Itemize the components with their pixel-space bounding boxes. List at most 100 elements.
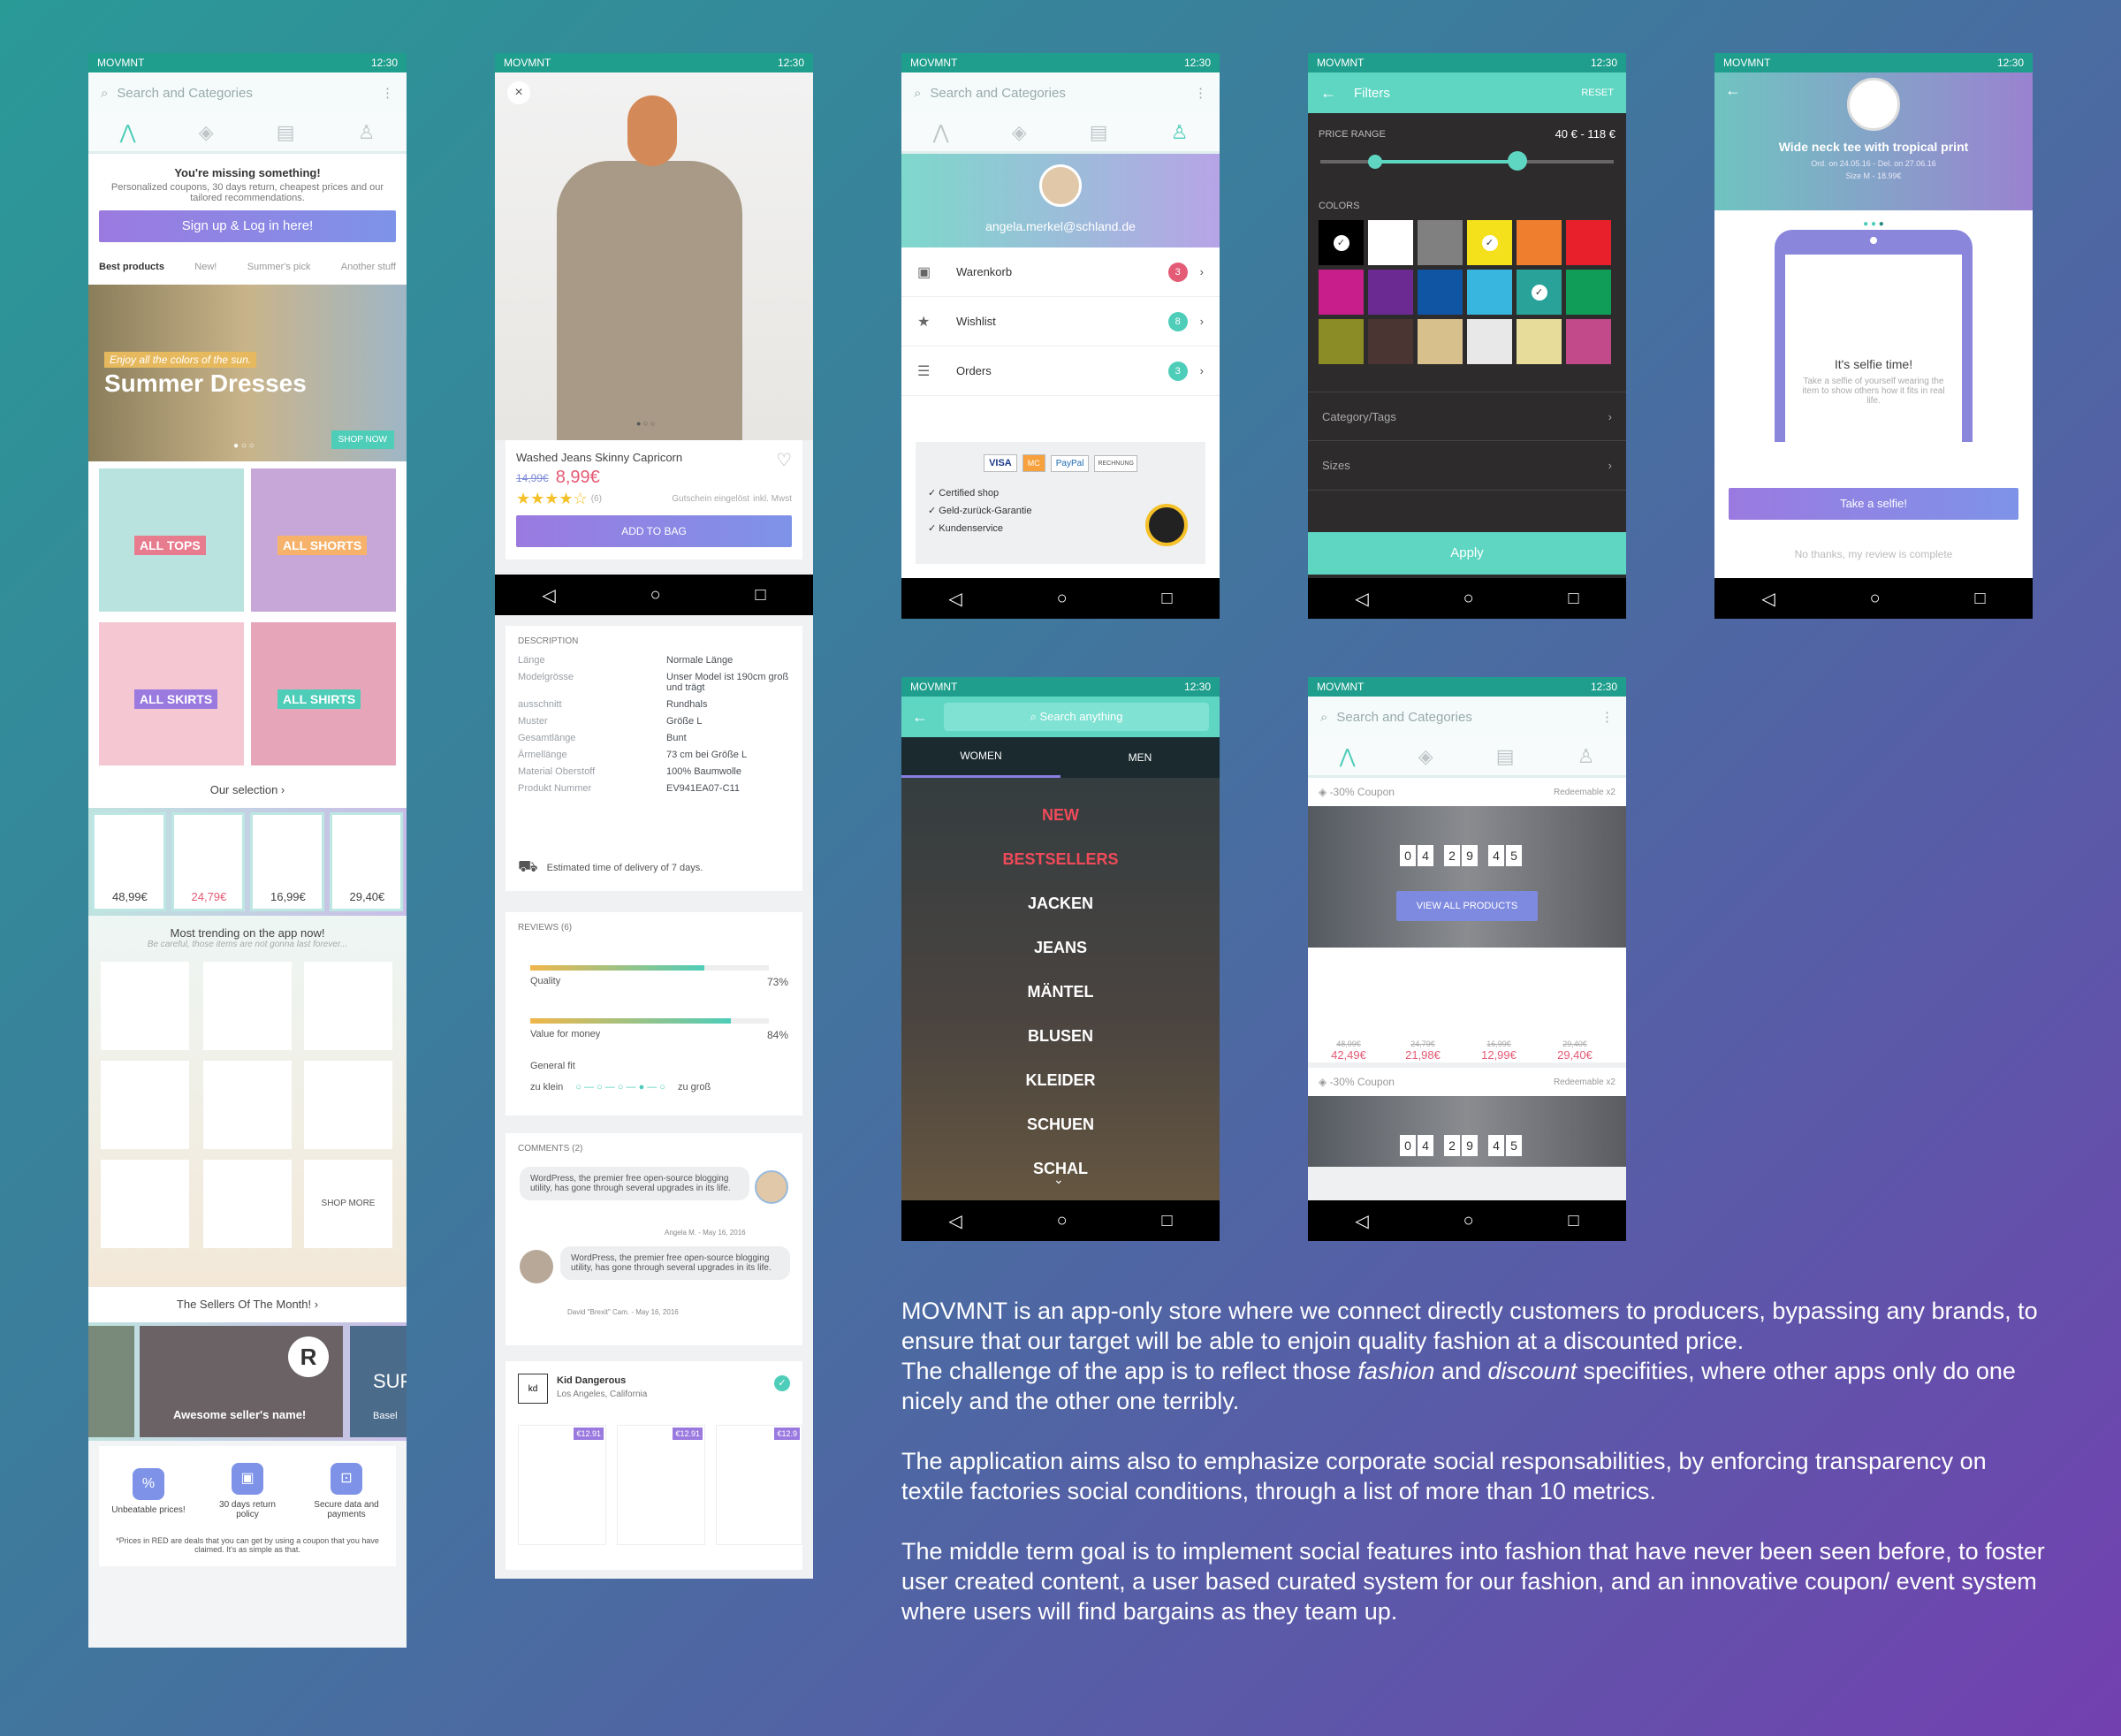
trending-item[interactable] xyxy=(304,962,392,1050)
tab-summer[interactable]: Summer's pick xyxy=(247,262,311,272)
apply-button[interactable]: Apply xyxy=(1308,532,1626,575)
tab-new[interactable]: New! xyxy=(194,262,217,272)
color-swatch[interactable] xyxy=(1368,319,1413,364)
coupon-product[interactable]: 24,79€ 21,98€ xyxy=(1396,1039,1449,1062)
user-icon[interactable]: ♙ xyxy=(1577,745,1595,768)
home-icon[interactable]: ○ xyxy=(1057,589,1068,609)
tab-men[interactable]: MEN xyxy=(1060,737,1220,778)
category-row[interactable]: Category/Tags › xyxy=(1308,392,1626,441)
category-shorts[interactable]: ALL SHORTS xyxy=(251,468,396,612)
add-to-bag-button[interactable]: ADD TO BAG xyxy=(516,515,792,547)
seller-product[interactable]: €12.91 xyxy=(617,1425,705,1545)
color-swatch[interactable] xyxy=(1566,319,1611,364)
search-input[interactable]: ⌕ Search anything xyxy=(944,703,1209,731)
menu-item[interactable]: JACKEN xyxy=(901,895,1220,913)
color-swatch[interactable] xyxy=(1418,319,1463,364)
slider-handle-max[interactable] xyxy=(1508,151,1527,171)
menu-item[interactable]: BLUSEN xyxy=(901,1027,1220,1046)
search-input[interactable]: Search and Categories xyxy=(1336,710,1471,725)
selection-item[interactable]: 16,99€ xyxy=(250,812,324,911)
color-swatch[interactable] xyxy=(1467,319,1512,364)
wings-icon[interactable]: ⋀ xyxy=(120,121,136,144)
trending-item[interactable] xyxy=(101,962,189,1050)
summer-banner[interactable]: Enjoy all the colors of the sun. Summer … xyxy=(88,285,407,461)
user-icon[interactable]: ♙ xyxy=(358,121,376,144)
back-icon[interactable]: ◁ xyxy=(948,588,962,610)
reset-button[interactable]: RESET xyxy=(1581,88,1614,98)
tag-icon[interactable]: ◈ xyxy=(1012,121,1027,144)
close-icon[interactable]: × xyxy=(507,81,530,104)
color-swatch[interactable] xyxy=(1566,220,1611,265)
color-swatch[interactable] xyxy=(1566,270,1611,315)
trending-item[interactable] xyxy=(101,1061,189,1149)
tag-icon[interactable]: ◈ xyxy=(199,121,214,144)
sellers-title[interactable]: The Sellers Of The Month! › xyxy=(88,1287,407,1322)
coupon-product[interactable]: 16,99€ 12,99€ xyxy=(1472,1039,1525,1062)
chevron-down-icon[interactable]: ⌄ xyxy=(1053,1172,1064,1187)
more-icon[interactable]: ⋮ xyxy=(1600,709,1614,725)
color-swatch[interactable] xyxy=(1319,319,1364,364)
search-bar[interactable]: ⌕ Search and Categories ⋮ xyxy=(88,72,407,113)
tab-another[interactable]: Another stuff xyxy=(341,262,396,272)
take-selfie-button[interactable]: Take a selfie! xyxy=(1729,488,2018,520)
back-icon[interactable]: ◁ xyxy=(1355,1210,1368,1232)
color-swatch[interactable] xyxy=(1418,220,1463,265)
home-icon[interactable]: ○ xyxy=(1463,1211,1474,1231)
color-swatch[interactable]: ✓ xyxy=(1467,220,1512,265)
wings-icon[interactable]: ⋀ xyxy=(933,121,949,144)
profile-item[interactable]: ▣ Warenkorb 3 › xyxy=(901,247,1220,297)
trending-item[interactable] xyxy=(203,1061,292,1149)
search-bar[interactable]: ⌕ Search and Categories ⋮ xyxy=(1308,697,1626,737)
category-tops[interactable]: ALL TOPS xyxy=(99,468,244,612)
fit-selector[interactable]: zu klein ○ — ○ — ○ — ● — ○ zu groß xyxy=(530,1082,711,1093)
menu-item[interactable]: SCHUEN xyxy=(901,1115,1220,1134)
recent-icon[interactable]: □ xyxy=(1161,1211,1172,1231)
slider-handle-min[interactable] xyxy=(1368,155,1382,169)
search-input[interactable]: Search and Categories xyxy=(930,86,1065,101)
price-slider[interactable] xyxy=(1320,151,1614,171)
coupon-product[interactable]: 48,99€ 42,49€ xyxy=(1322,1039,1375,1062)
trending-item[interactable] xyxy=(203,962,292,1050)
more-icon[interactable]: ⋮ xyxy=(1194,85,1207,101)
category-shirts[interactable]: ALL SHIRTS xyxy=(251,622,396,765)
user-icon[interactable]: ♙ xyxy=(1171,121,1189,144)
back-icon[interactable]: ◁ xyxy=(1355,588,1368,610)
color-swatch[interactable] xyxy=(1418,270,1463,315)
back-arrow-icon[interactable]: ← xyxy=(1320,84,1336,103)
back-arrow-icon[interactable]: ← xyxy=(912,708,928,727)
trending-item[interactable] xyxy=(101,1160,189,1248)
menu-item[interactable]: KLEIDER xyxy=(901,1071,1220,1090)
search-bar[interactable]: ⌕ Search and Categories ⋮ xyxy=(901,72,1220,113)
color-swatch[interactable] xyxy=(1368,270,1413,315)
coupon-product[interactable]: 29,40€ 29,40€ xyxy=(1548,1039,1601,1062)
heart-icon[interactable]: ♡ xyxy=(776,449,792,471)
home-icon[interactable]: ○ xyxy=(1870,589,1881,609)
color-swatch[interactable] xyxy=(1368,220,1413,265)
search-input[interactable]: Search and Categories xyxy=(117,86,252,101)
seller-card[interactable] xyxy=(88,1326,134,1437)
trending-item[interactable] xyxy=(304,1061,392,1149)
tab-women[interactable]: WOMEN xyxy=(901,737,1060,778)
store-icon[interactable]: ▤ xyxy=(277,121,295,144)
sizes-row[interactable]: Sizes › xyxy=(1308,441,1626,491)
color-swatch[interactable] xyxy=(1517,220,1562,265)
seller-product[interactable]: €12.9 xyxy=(716,1425,802,1545)
view-all-button[interactable]: VIEW ALL PRODUCTS xyxy=(1396,891,1538,921)
profile-item[interactable]: ★ Wishlist 8 › xyxy=(901,297,1220,346)
skip-link[interactable]: No thanks, my review is complete xyxy=(1714,548,2033,560)
more-icon[interactable]: ⋮ xyxy=(381,85,394,101)
category-skirts[interactable]: ALL SKIRTS xyxy=(99,622,244,765)
our-selection-title[interactable]: Our selection › xyxy=(88,773,407,808)
home-icon[interactable]: ○ xyxy=(650,585,661,605)
selection-item[interactable]: 24,79€ xyxy=(171,812,245,911)
seller-product[interactable]: €12.91 xyxy=(518,1425,606,1545)
color-swatch[interactable] xyxy=(1517,319,1562,364)
tag-icon[interactable]: ◈ xyxy=(1418,745,1433,768)
home-icon[interactable]: ○ xyxy=(1463,589,1474,609)
menu-item[interactable]: JEANS xyxy=(901,939,1220,957)
avatar[interactable] xyxy=(1039,164,1082,207)
color-swatch[interactable] xyxy=(1467,270,1512,315)
recent-icon[interactable]: □ xyxy=(1161,589,1172,609)
shop-more-button[interactable]: SHOP MORE xyxy=(304,1160,392,1248)
color-swatch[interactable]: ✓ xyxy=(1319,220,1364,265)
